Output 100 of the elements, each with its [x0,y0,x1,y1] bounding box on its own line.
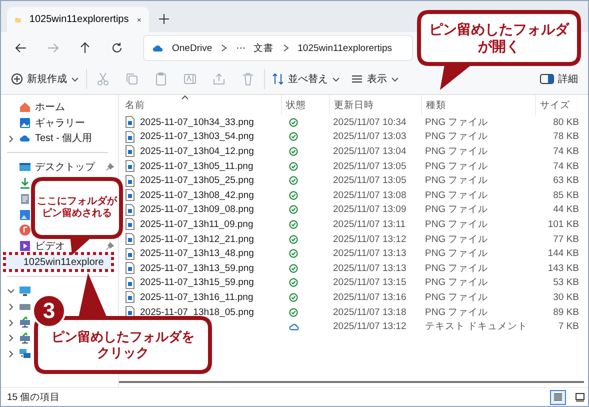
network-icon [19,348,31,360]
sort-icon [272,73,284,85]
image-file-icon [125,276,135,289]
image-file-icon [125,233,135,246]
sidebar-label: ギャラリー [35,116,85,130]
date-cell-text: 2025/11/07 13:12 [332,234,406,245]
file-name[interactable]: 2025-11-07_13h09_08.png [140,204,254,216]
file-name[interactable]: 2025-11-07_13h12_21.png [140,234,254,245]
date-cell-text: 2025/11/07 13:18 [332,306,406,318]
image-file-icon [125,218,135,230]
date-cell-text: 2025/11/07 13:15 [332,277,406,288]
image-file-icon [125,291,135,304]
image-file-icon [125,130,135,143]
sidebar-item[interactable]: ギャラリー [1,114,118,131]
sidebar-label: Test - 個人用 [35,132,92,146]
chevron-down-icon[interactable] [7,286,15,295]
sidebar-label: ビデオ [35,240,65,254]
rename-icon [183,72,197,86]
date-cell-text: 2025/11/07 13:12 [332,321,406,332]
chevron-right-icon[interactable] [7,318,15,327]
file-name[interactable]: 2025-11-07_13h13_48.png [140,248,254,260]
column-header[interactable]: サイズ [535,95,579,115]
type-cell-text: PNG ファイル [424,290,488,304]
type-cell-text: PNG ファイル [424,188,488,202]
address-bar[interactable]: OneDrive ⋯ 文書 1025win11explorertips [143,35,413,61]
sidebar-label: 1025win11explore [23,256,104,268]
date-cell-text: 2025/11/07 13:09 [332,204,406,216]
computer-icon [19,284,31,297]
new-tab-icon[interactable] [159,14,169,24]
image-file-icon [125,262,135,274]
sidebar-item[interactable]: Test - 個人用 [1,130,118,146]
type-cell-text: PNG ファイル [424,247,488,260]
file-name[interactable]: 2025-11-07_13h15_59.png [140,277,254,288]
size-cell-text: 78 KB [552,131,579,142]
column-header[interactable]: 状態 [281,95,329,115]
size-cell-text: 53 KB [552,277,579,288]
sidebar-item[interactable]: ビデオ [1,238,118,254]
download-icon [19,177,31,190]
sidebar-item[interactable]: デスクトップ [1,159,118,176]
chevron-right-icon[interactable] [220,44,228,52]
column-header[interactable]: 名前 [121,95,281,115]
image-file-icon [125,204,135,216]
file-name[interactable]: 2025-11-07_13h11_09.png [140,218,254,230]
details-button[interactable]: 詳細 [536,67,582,91]
date-cell-text: 2025/11/07 10:34 [332,116,406,128]
size-cell-text: 30 KB [552,292,579,303]
type-cell-text: PNG ファイル [424,116,488,129]
date-cell-text: 2025/11/07 13:08 [332,190,406,201]
close-icon[interactable] [136,16,141,24]
breadcrumb-item[interactable]: 文書 [254,42,274,54]
sidebar-item[interactable]: ホーム [1,99,118,115]
chevron-right-icon[interactable] [282,44,290,52]
caret-icon[interactable] [332,75,340,83]
date-cell-text: 2025/11/07 13:16 [332,292,406,303]
refresh-icon [111,42,123,54]
step-badge: 3 [32,294,66,328]
chevron-right-icon[interactable] [7,302,15,311]
caret-icon[interactable] [391,75,399,83]
breadcrumb-item[interactable]: 1025win11explorertips [298,42,392,54]
size-cell-text: 7 KB [557,321,579,332]
date-cell-text: 2025/11/07 13:11 [332,218,406,230]
pinned-folder-item[interactable]: 1025win11explore [5,254,112,270]
file-name[interactable]: 2025-11-07_13h08_42.png [140,190,254,201]
sort-caret-icon [181,95,189,100]
image-file-icon [125,306,135,318]
picture-icon [19,208,31,221]
type-cell-text: PNG ファイル [424,174,488,188]
file-name[interactable]: 2025-11-07_13h03_54.png [140,131,254,142]
tab[interactable]: 1025win11explorertips [7,7,149,32]
file-name[interactable]: 2025-11-07_13h16_11.png [140,292,254,303]
network-drive-icon [19,332,31,344]
chevron-right-icon[interactable] [7,350,15,358]
column-header[interactable]: 種類 [421,95,535,115]
music-icon [19,224,31,236]
chevron-right-icon[interactable] [7,134,15,143]
file-name[interactable]: 2025-11-07_13h05_11.png [140,160,254,172]
file-name[interactable]: 2025-11-07_13h18_05.png [140,306,254,318]
clipboard-icon [154,72,168,86]
type-cell-text: PNG ファイル [424,144,488,158]
file-name[interactable]: 2025-11-07_13h04_12.png [140,146,254,157]
breadcrumb-item[interactable]: OneDrive [172,42,212,54]
details-view-button[interactable] [550,390,566,404]
view-button[interactable]: 表示 [347,67,403,91]
chevron-right-icon[interactable] [7,334,15,342]
sort-button[interactable]: 並べ替え [268,67,344,91]
breadcrumb-item[interactable]: ⋯ [236,42,246,54]
new-button[interactable]: 新規作成 [7,67,83,91]
date-cell-text: 2025/11/07 13:03 [332,131,406,142]
file-name[interactable]: 2025-11-07_13h05_25.png [140,175,254,186]
file-name[interactable]: 2025-11-07_13h13_59.png [140,262,254,274]
size-cell-text: 80 KB [552,116,579,128]
column-header[interactable]: 更新日時 [329,95,421,115]
callout-text: ここにフォルダが ピン留めされる [36,196,118,220]
callout-text: ピン留めしたフォルダ が開く [428,20,570,56]
list-icon [351,73,363,85]
caret-icon[interactable] [71,75,79,83]
callout-text: ピン留めしたフォルダを クリック [50,328,196,362]
file-name[interactable]: 2025-11-07_10h34_33.png [140,116,254,128]
type-cell-text: PNG ファイル [424,160,488,173]
home-icon [19,100,31,113]
